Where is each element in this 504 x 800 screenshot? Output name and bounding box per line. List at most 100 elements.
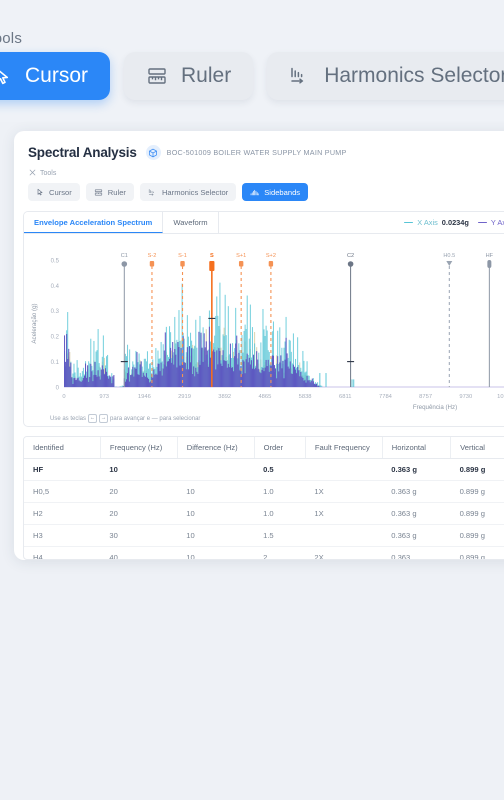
- svg-text:0.3: 0.3: [51, 309, 60, 315]
- card-header: Spectral Analysis BOC-501009 BOILER WATE…: [14, 131, 504, 201]
- svg-text:0.5: 0.5: [51, 258, 60, 264]
- overlay-ruler-button[interactable]: Ruler: [124, 52, 254, 100]
- svg-text:S+2: S+2: [266, 253, 276, 259]
- tab-waveform[interactable]: Waveform: [163, 212, 219, 233]
- svg-text:0: 0: [56, 385, 60, 391]
- harmonics-table: Identified Frequency (Hz) Difference (Hz) O…: [24, 437, 504, 559]
- table-cell: H2: [24, 502, 101, 525]
- tab-envelope-acceleration-spectrum[interactable]: Envelope Acceleration Spectrum: [24, 212, 164, 233]
- table-cell: [177, 458, 255, 481]
- legend-label-y: Y Ax: [490, 218, 504, 227]
- svg-text:5838: 5838: [299, 394, 312, 400]
- table-row[interactable]: H3 30 10 1.5 0.363 g 0.899 g: [24, 524, 504, 547]
- table-row[interactable]: H2 20 10 1.0 1X 0.363 g 0.899 g: [24, 502, 504, 525]
- spectrum-plot[interactable]: 0 0.1 0.2 0.3 0.4 0.5 Aceleração (g) 0 973 1946 29…: [24, 234, 504, 426]
- table-cell: 40: [100, 546, 178, 559]
- svg-text:3892: 3892: [218, 394, 231, 400]
- overlay-cursor-label: Cursor: [25, 64, 89, 87]
- table-body: HF 10 0.5 0.363 g 0.899 g H0,5 20 10 1.0 1X 0.363 …: [24, 458, 504, 559]
- legend-swatch-y: [477, 221, 487, 224]
- table-cell: H0,5: [24, 480, 101, 503]
- legend-label-x: X Axis: [417, 218, 438, 227]
- ruler-icon: [94, 188, 103, 197]
- chart-panel: Envelope Acceleration Spectrum Waveform …: [23, 211, 504, 427]
- sidebands-button-label: Sidebands: [264, 187, 301, 197]
- table-cell: H4: [24, 546, 101, 559]
- table-cell: 10: [177, 502, 255, 525]
- tab-label: Waveform: [173, 218, 208, 227]
- chart-marker-c2[interactable]: C2: [347, 253, 354, 387]
- title-row: Spectral Analysis BOC-501009 BOILER WATE…: [28, 145, 504, 160]
- tab-label: Envelope Acceleration Spectrum: [34, 217, 153, 227]
- table-cell: HF: [24, 458, 101, 481]
- tools-pin-icon: [29, 169, 36, 178]
- cursor-button[interactable]: Cursor: [28, 183, 80, 201]
- table-cell: 1X: [305, 480, 383, 503]
- chart-marker-hf[interactable]: HF: [486, 253, 494, 387]
- table-row[interactable]: H0,5 20 10 1.0 1X 0.363 g 0.899 g: [24, 480, 504, 503]
- table-cell: 1.0: [254, 480, 306, 503]
- chart-legend: X Axis 0.0234g Y Ax: [404, 212, 504, 233]
- table-header-row: Identified Frequency (Hz) Difference (Hz) O…: [24, 437, 504, 459]
- card-toolbar: Cursor Ruler Harmonics Selector Sideband…: [28, 183, 504, 201]
- page-title: Spectral Analysis: [28, 145, 137, 160]
- table-cell: 1.5: [254, 524, 306, 547]
- table-header-difference-hz: Difference (Hz): [177, 437, 255, 459]
- svg-text:S+1: S+1: [236, 253, 246, 259]
- harmonics-selector-button[interactable]: Harmonics Selector: [139, 183, 237, 201]
- legend-item-x-axis: X Axis 0.0234g: [404, 218, 469, 227]
- hint-key-right: →: [98, 414, 109, 423]
- table-cell: 2X: [305, 546, 383, 559]
- chart-tabbar: Envelope Acceleration Spectrum Waveform …: [24, 212, 504, 234]
- svg-text:973: 973: [99, 394, 109, 400]
- cube-icon: [145, 145, 161, 160]
- table-cell: 0.363 g: [382, 458, 451, 481]
- hint-pre: Use as teclas: [50, 416, 87, 423]
- table-cell: 10: [177, 524, 255, 547]
- table-row[interactable]: H4 40 10 2 2X 0.363 0.899 g: [24, 546, 504, 559]
- svg-text:Aceleração (g): Aceleração (g): [31, 303, 38, 343]
- sidebands-icon: [250, 189, 259, 196]
- ruler-button[interactable]: Ruler: [85, 183, 134, 201]
- chart-marker-h0-5[interactable]: H0.5: [443, 253, 455, 387]
- harmonics-icon: [289, 65, 311, 87]
- ruler-button-label: Ruler: [107, 187, 126, 197]
- svg-text:8757: 8757: [419, 394, 432, 400]
- svg-text:C2: C2: [347, 253, 354, 259]
- svg-text:1946: 1946: [138, 394, 151, 400]
- table-cell: 20: [100, 502, 178, 525]
- overlay-cursor-button[interactable]: Cursor: [0, 52, 111, 100]
- overlay-harmonics-label: Harmonics Selector: [324, 64, 504, 87]
- hint-enter: —: [151, 416, 158, 423]
- table-cell: 10: [100, 458, 178, 481]
- svg-text:C1: C1: [121, 253, 128, 259]
- svg-text:0.2: 0.2: [51, 335, 60, 341]
- asset-name: BOC-501009 BOILER WATER SUPPLY MAIN PUMP: [166, 148, 347, 157]
- hint-mid: para avançar e: [110, 416, 151, 423]
- table-cell: 1X: [305, 502, 383, 525]
- legend-value-x: 0.0234g: [441, 218, 469, 227]
- chart-marker-s-2[interactable]: S-2: [148, 253, 157, 387]
- overlay-toolbar: Cursor Ruler Harmonics Selector: [0, 52, 504, 100]
- spectrum-svg[interactable]: 0 0.1 0.2 0.3 0.4 0.5 Aceleração (g) 0 973 1946 29…: [24, 234, 504, 426]
- table-cell: 0.899 g: [450, 546, 504, 559]
- table-header-fault-frequency: Fault Frequency: [305, 437, 383, 459]
- sidebands-button[interactable]: Sidebands: [242, 183, 309, 201]
- table-cell: 1.0: [254, 502, 306, 525]
- svg-text:7784: 7784: [379, 394, 393, 400]
- hint-key-left: ←: [87, 414, 98, 423]
- asset-chip[interactable]: BOC-501009 BOILER WATER SUPPLY MAIN PUMP: [145, 145, 347, 160]
- table-cell: [305, 524, 383, 547]
- table-header-order: Order: [254, 437, 306, 459]
- cursor-button-label: Cursor: [49, 187, 72, 197]
- table-header-horizontal: Horizontal: [382, 437, 452, 459]
- svg-text:10 703: 10 703: [497, 394, 504, 400]
- tools-label: Tools: [40, 170, 57, 177]
- svg-text:Frequência (Hz): Frequência (Hz): [413, 404, 457, 411]
- table-header-vertical: Vertical: [450, 437, 504, 459]
- table-cell: 0.899 g: [450, 524, 504, 547]
- table-cell: 0.899 g: [450, 502, 504, 525]
- overlay-harmonics-button[interactable]: Harmonics Selector: [267, 52, 504, 100]
- table-row[interactable]: HF 10 0.5 0.363 g 0.899 g: [24, 458, 504, 481]
- harmonics-table-wrapper[interactable]: Identified Frequency (Hz) Difference (Hz) O…: [23, 436, 504, 560]
